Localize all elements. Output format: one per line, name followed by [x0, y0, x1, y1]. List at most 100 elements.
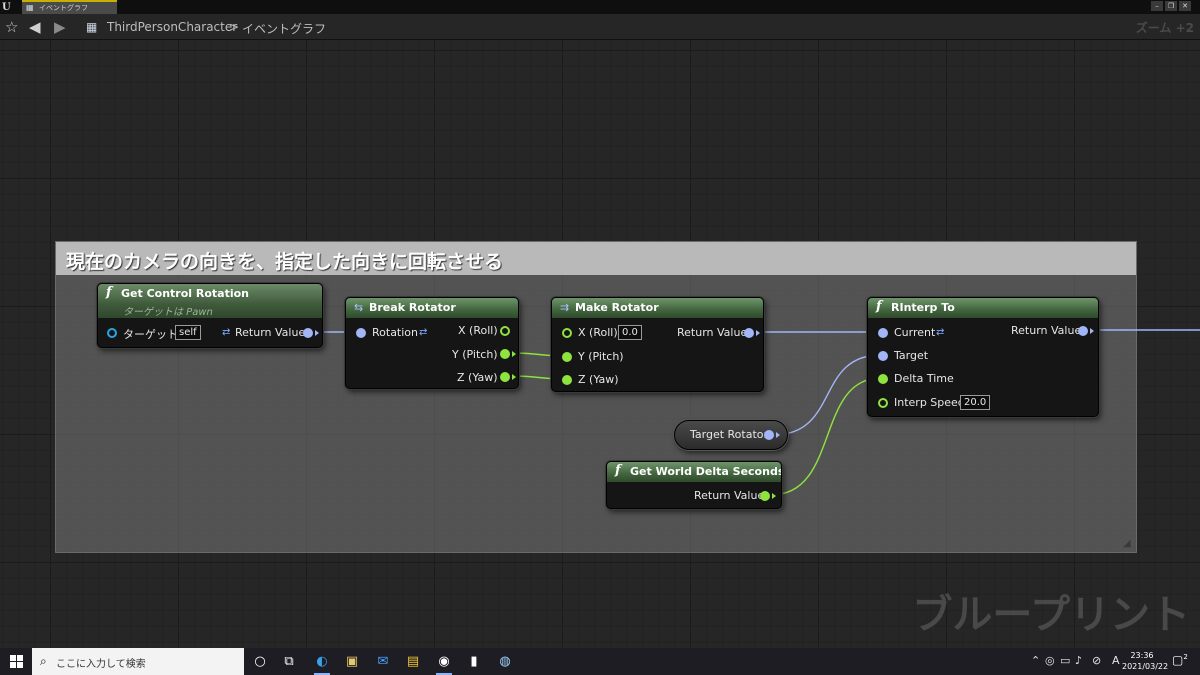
node-title: RInterp To — [891, 301, 955, 314]
mail-icon[interactable]: ✉ — [372, 651, 394, 672]
delta-time-pin[interactable] — [878, 374, 888, 384]
title-bar: U ▦ イベントグラフ – ❐ ✕ — [0, 0, 1200, 14]
windows-logo-icon — [17, 662, 23, 668]
pin-arrow-icon — [756, 330, 760, 336]
minimize-button[interactable]: – — [1151, 1, 1163, 11]
node-get-world-delta-seconds[interactable]: f Get World Delta Seconds Return Value — [606, 461, 782, 509]
return-value-pin[interactable] — [744, 328, 754, 338]
return-value-label: Return Value — [694, 489, 765, 502]
graph-canvas[interactable]: 現在のカメラの向きを、指定した向きに回転させる ◢ f Get Control … — [0, 40, 1200, 648]
pin-arrow-icon — [512, 374, 516, 380]
x-roll-pin[interactable] — [562, 328, 572, 338]
edge-icon[interactable]: ◐ — [311, 651, 333, 675]
forward-arrow-icon[interactable]: ▶ — [54, 18, 66, 36]
pin-arrow-icon — [772, 493, 776, 499]
function-icon: f — [106, 285, 112, 300]
delta-time-label: Delta Time — [894, 372, 954, 385]
star-icon[interactable]: ☆ — [5, 18, 18, 36]
tab-label: イベントグラフ — [39, 4, 88, 12]
windows-logo-icon — [10, 655, 16, 661]
return-value-label: Return Value — [1011, 324, 1082, 337]
target-pin[interactable] — [107, 328, 117, 338]
node-get-control-rotation[interactable]: f Get Control Rotation ターゲットは Pawn ターゲット… — [97, 283, 323, 348]
node-header: ⇉ Make Rotator — [552, 298, 763, 318]
variable-label: Target Rotator — [690, 428, 769, 441]
break-struct-icon: ⇆ — [354, 301, 364, 314]
rotation-pin[interactable] — [356, 328, 366, 338]
return-value-pin[interactable] — [303, 328, 313, 338]
breadcrumb-root[interactable]: ThirdPersonCharacter — [107, 20, 237, 34]
target-rotator-pin[interactable] — [764, 430, 774, 440]
node-break-rotator[interactable]: ⇆ Break Rotator Rotation ⇄ X (Roll) Y (P… — [345, 297, 519, 389]
interp-speed-value[interactable]: 20.0 — [960, 395, 991, 410]
node-rinterp-to[interactable]: f RInterp To Current ⇄ Return Value Targ… — [867, 297, 1099, 417]
z-yaw-pin[interactable] — [562, 375, 572, 385]
rotator-struct-icon: ⇄ — [222, 327, 231, 338]
start-button[interactable] — [0, 648, 32, 675]
interp-speed-label: Interp Speed — [894, 396, 965, 409]
store-icon[interactable]: ▣ — [341, 651, 363, 672]
ime-indicator[interactable]: A — [1112, 654, 1120, 667]
task-view-icon[interactable]: ⧉ — [278, 651, 300, 672]
x-roll-value[interactable]: 0.0 — [618, 325, 642, 340]
node-header: f Get World Delta Seconds — [607, 462, 781, 482]
z-yaw-pin[interactable] — [500, 372, 510, 382]
clock-time: 23:36 — [1130, 651, 1154, 660]
rotation-pin-label: Rotation — [372, 326, 419, 339]
clock[interactable]: 23:36 2021/03/22 — [1122, 650, 1169, 672]
target-label: Target — [894, 349, 929, 362]
y-pitch-label: Y (Pitch) — [578, 350, 624, 363]
function-icon: f — [876, 299, 882, 314]
unreal-engine-icon[interactable]: ◉ — [433, 651, 455, 675]
x-roll-pin[interactable] — [500, 326, 510, 336]
close-button[interactable]: ✕ — [1179, 1, 1191, 11]
graph-icon: ▦ — [86, 20, 98, 34]
y-pitch-pin[interactable] — [562, 352, 572, 362]
unreal-logo-icon: U — [2, 2, 11, 13]
return-value-label: Return Value — [677, 326, 748, 339]
return-value-pin[interactable] — [760, 491, 770, 501]
node-target-rotator[interactable]: Target Rotator — [674, 420, 788, 450]
file-explorer-icon[interactable]: ▤ — [402, 651, 424, 672]
people-icon[interactable]: ◎ — [1045, 654, 1055, 667]
search-placeholder: ここに入力して検索 — [56, 659, 146, 670]
wire-target-rotator[interactable] — [772, 354, 882, 436]
return-value-pin[interactable] — [1078, 326, 1088, 336]
node-header: ⇆ Break Rotator — [346, 298, 518, 318]
function-icon: f — [615, 463, 621, 478]
tab-event-graph[interactable]: ▦ イベントグラフ — [22, 0, 117, 14]
restore-button[interactable]: ❐ — [1165, 1, 1177, 11]
return-value-label: Return Value — [235, 326, 306, 339]
notification-icon[interactable]: ▢2 — [1172, 653, 1188, 667]
windows-logo-icon — [10, 662, 16, 668]
app-icon[interactable]: ◍ — [494, 651, 516, 672]
cortana-icon[interactable]: ○ — [249, 651, 271, 672]
target-pin[interactable] — [878, 351, 888, 361]
breadcrumb-current[interactable]: イベントグラフ — [242, 20, 326, 37]
node-title: Get Control Rotation — [121, 287, 250, 300]
pin-arrow-icon — [315, 330, 319, 336]
back-arrow-icon[interactable]: ◀ — [29, 18, 41, 36]
rotator-struct-icon: ⇄ — [936, 327, 945, 338]
windows-logo-icon — [17, 655, 23, 661]
epic-games-icon[interactable]: ▮ — [463, 651, 485, 672]
node-title: Make Rotator — [575, 301, 659, 314]
battery-icon[interactable]: ▭ — [1060, 654, 1070, 667]
chevron-up-icon[interactable]: ⌃ — [1031, 654, 1040, 667]
pin-arrow-icon — [512, 351, 516, 357]
clock-date: 2021/03/22 — [1122, 662, 1169, 671]
y-pitch-pin[interactable] — [500, 349, 510, 359]
x-roll-label: X (Roll) — [458, 324, 498, 337]
current-pin[interactable] — [878, 328, 888, 338]
node-title: Get World Delta Seconds — [630, 465, 782, 478]
target-value[interactable]: self — [175, 325, 201, 340]
search-icon: ⌕ — [40, 654, 47, 668]
volume-icon[interactable]: ♪ — [1075, 654, 1082, 667]
interp-speed-pin[interactable] — [878, 398, 888, 408]
network-icon[interactable]: ⊘ — [1092, 654, 1101, 667]
node-make-rotator[interactable]: ⇉ Make Rotator X (Roll) 0.0 Return Value… — [551, 297, 764, 392]
node-subtitle: ターゲットは Pawn — [123, 307, 213, 318]
y-pitch-label: Y (Pitch) — [452, 348, 498, 361]
x-roll-label: X (Roll) — [578, 326, 618, 339]
taskbar-search[interactable]: ⌕ ここに入力して検索 — [32, 648, 244, 675]
